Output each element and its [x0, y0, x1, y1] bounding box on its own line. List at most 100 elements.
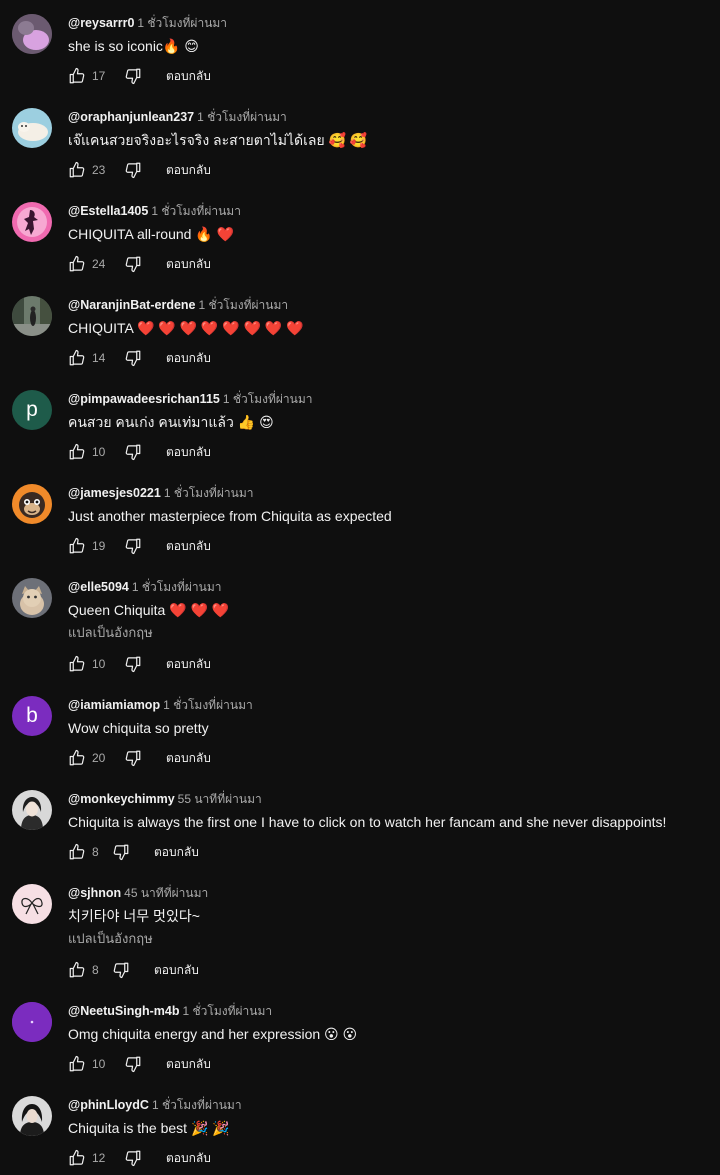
- avatar[interactable]: [12, 296, 52, 336]
- thumbs-down-icon: [113, 844, 129, 861]
- avatar[interactable]: [12, 1096, 52, 1136]
- comment-actions: 17 ตอบกลับ: [66, 65, 211, 87]
- comment-item: @NaranjinBat-erdene 1 ชั่วโมงที่ผ่านมา CH…: [0, 282, 720, 376]
- author-name[interactable]: @NaranjinBat-erdene: [68, 298, 196, 312]
- reply-button[interactable]: ตอบกลับ: [166, 749, 211, 768]
- translate-link[interactable]: แปลเป็นอังกฤษ: [68, 930, 153, 948]
- like-count: 10: [92, 657, 106, 671]
- like-button[interactable]: [66, 747, 88, 769]
- like-count: 20: [92, 751, 106, 765]
- avatar[interactable]: [12, 790, 52, 830]
- reply-button[interactable]: ตอบกลับ: [166, 1149, 211, 1168]
- like-count: 19: [92, 539, 106, 553]
- timestamp[interactable]: 1 ชั่วโมงที่ผ่านมา: [164, 486, 254, 500]
- timestamp[interactable]: 1 ชั่วโมงที่ผ่านมา: [151, 204, 241, 218]
- timestamp[interactable]: 1 ชั่วโมงที่ผ่านมา: [183, 1004, 273, 1018]
- timestamp[interactable]: 45 นาทีที่ผ่านมา: [124, 886, 208, 900]
- like-button[interactable]: [66, 347, 88, 369]
- dislike-button[interactable]: [122, 347, 144, 369]
- author-name[interactable]: @elle5094: [68, 580, 129, 594]
- like-button[interactable]: [66, 441, 88, 463]
- comment-actions: 19 ตอบกลับ: [66, 535, 211, 557]
- dislike-button[interactable]: [122, 1053, 144, 1075]
- user-photo-icon: [12, 14, 52, 54]
- timestamp[interactable]: 1 ชั่วโมงที่ผ่านมา: [223, 392, 313, 406]
- dislike-button[interactable]: [122, 1147, 144, 1169]
- avatar[interactable]: [12, 884, 52, 924]
- reply-button[interactable]: ตอบกลับ: [166, 349, 211, 368]
- dislike-button[interactable]: [122, 653, 144, 675]
- timestamp[interactable]: 1 ชั่วโมงที่ผ่านมา: [132, 580, 222, 594]
- comment-header: @reysarrr0 1 ชั่วโมงที่ผ่านมา: [68, 14, 227, 31]
- like-button[interactable]: [66, 1147, 88, 1169]
- reply-button[interactable]: ตอบกลับ: [166, 443, 211, 462]
- timestamp[interactable]: 55 นาทีที่ผ่านมา: [178, 792, 262, 806]
- author-name[interactable]: @reysarrr0: [68, 16, 134, 30]
- dislike-button[interactable]: [122, 441, 144, 463]
- dislike-button[interactable]: [122, 253, 144, 275]
- reply-button[interactable]: ตอบกลับ: [166, 537, 211, 556]
- like-button[interactable]: [66, 653, 88, 675]
- thumbs-up-icon: [69, 749, 85, 766]
- reply-button[interactable]: ตอบกลับ: [166, 655, 211, 674]
- dislike-button[interactable]: [110, 959, 132, 981]
- reply-button[interactable]: ตอบกลับ: [154, 961, 199, 980]
- timestamp[interactable]: 1 ชั่วโมงที่ผ่านมา: [197, 110, 287, 124]
- reply-button[interactable]: ตอบกลับ: [154, 843, 199, 862]
- avatar[interactable]: [12, 202, 52, 242]
- like-button[interactable]: [66, 959, 88, 981]
- reply-button[interactable]: ตอบกลับ: [166, 161, 211, 180]
- like-button[interactable]: [66, 159, 88, 181]
- reply-button[interactable]: ตอบกลับ: [166, 255, 211, 274]
- like-button[interactable]: [66, 535, 88, 557]
- dislike-button[interactable]: [110, 841, 132, 863]
- author-name[interactable]: @phinLloydC: [68, 1098, 149, 1112]
- comment-header: @elle5094 1 ชั่วโมงที่ผ่านมา: [68, 578, 222, 595]
- author-name[interactable]: @sjhnon: [68, 886, 121, 900]
- translate-link[interactable]: แปลเป็นอังกฤษ: [68, 624, 153, 642]
- comment-header: @oraphanjunlean237 1 ชั่วโมงที่ผ่านมา: [68, 108, 287, 125]
- author-name[interactable]: @NeetuSingh-m4b: [68, 1004, 180, 1018]
- avatar[interactable]: [12, 108, 52, 148]
- comment-actions: 10 ตอบกลับ: [66, 653, 211, 675]
- author-name[interactable]: @monkeychimmy: [68, 792, 175, 806]
- author-name[interactable]: @oraphanjunlean237: [68, 110, 194, 124]
- avatar[interactable]: b: [12, 696, 52, 736]
- dislike-button[interactable]: [122, 535, 144, 557]
- dislike-button[interactable]: [122, 65, 144, 87]
- reply-button[interactable]: ตอบกลับ: [166, 67, 211, 86]
- timestamp[interactable]: 1 ชั่วโมงที่ผ่านมา: [137, 16, 227, 30]
- like-button[interactable]: [66, 1053, 88, 1075]
- comment-text: Chiquita is the best 🎉 🎉: [68, 1120, 230, 1136]
- comment-item: @sjhnon 45 นาทีที่ผ่านมา 치키타야 너무 멋있다~ แปล…: [0, 870, 720, 988]
- dislike-button[interactable]: [122, 747, 144, 769]
- author-name[interactable]: @pimpawadeesrichan115: [68, 392, 220, 406]
- comment-actions: 24 ตอบกลับ: [66, 253, 211, 275]
- thumbs-down-icon: [125, 1150, 141, 1167]
- timestamp[interactable]: 1 ชั่วโมงที่ผ่านมา: [163, 698, 253, 712]
- like-button[interactable]: [66, 841, 88, 863]
- thumbs-up-icon: [69, 655, 85, 672]
- reply-button[interactable]: ตอบกลับ: [166, 1055, 211, 1074]
- timestamp[interactable]: 1 ชั่วโมงที่ผ่านมา: [152, 1098, 242, 1112]
- author-name[interactable]: @iamiamiamop: [68, 698, 160, 712]
- avatar[interactable]: [12, 484, 52, 524]
- timestamp[interactable]: 1 ชั่วโมงที่ผ่านมา: [199, 298, 289, 312]
- comment-item: b @iamiamiamop 1 ชั่วโมงที่ผ่านมา Wow chi…: [0, 682, 720, 776]
- like-button[interactable]: [66, 65, 88, 87]
- comment-item: @NeetuSingh-m4b 1 ชั่วโมงที่ผ่านมา Omg ch…: [0, 988, 720, 1082]
- avatar[interactable]: p: [12, 390, 52, 430]
- like-button[interactable]: [66, 253, 88, 275]
- avatar[interactable]: [12, 578, 52, 618]
- thumbs-down-icon: [125, 162, 141, 179]
- comment-text: Chiquita is always the first one I have …: [68, 814, 667, 830]
- author-name[interactable]: @jamesjes0221: [68, 486, 161, 500]
- avatar[interactable]: [12, 14, 52, 54]
- author-name[interactable]: @Estella1405: [68, 204, 148, 218]
- like-count: 10: [92, 445, 106, 459]
- thumbs-up-icon: [69, 161, 85, 178]
- dislike-button[interactable]: [122, 159, 144, 181]
- avatar[interactable]: [12, 1002, 52, 1042]
- thumbs-up-icon: [69, 843, 85, 860]
- comment-text: คนสวย คนเก่ง คนเท่มาแล้ว 👍 😍: [68, 414, 274, 430]
